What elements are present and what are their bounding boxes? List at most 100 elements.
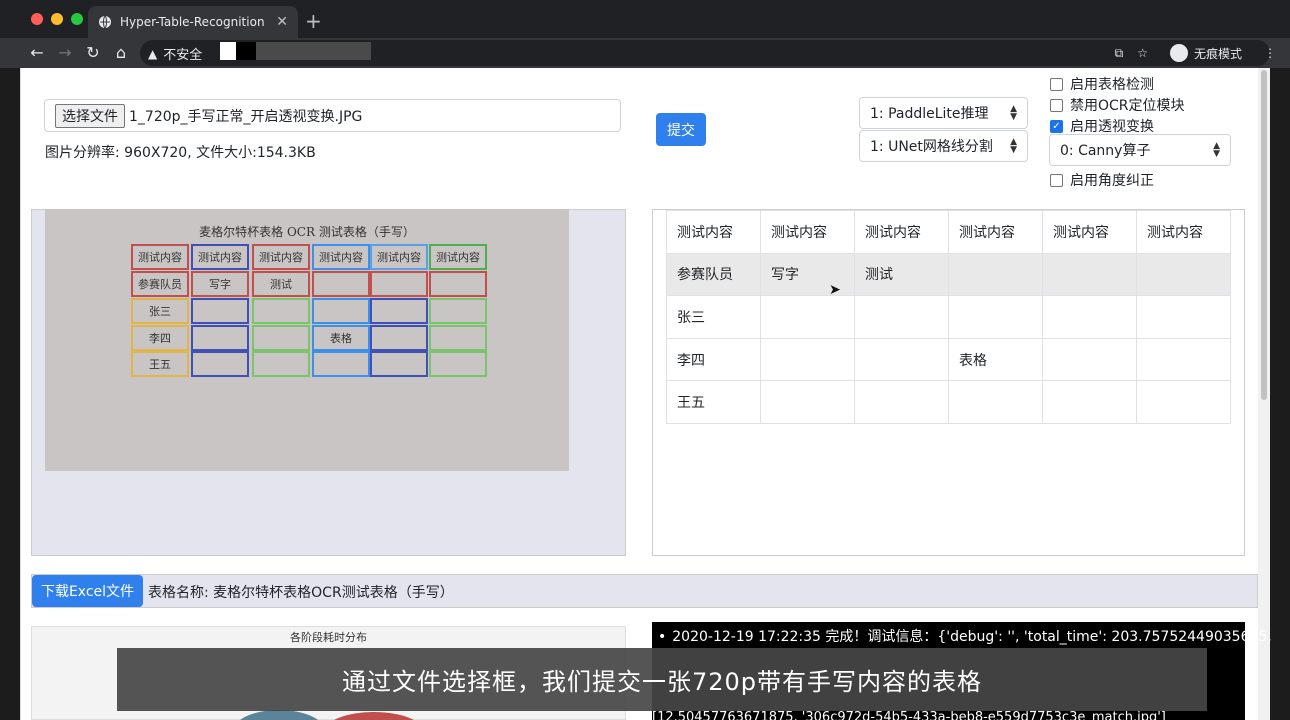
tab-title: Hyper-Table-Recognition (120, 15, 265, 29)
zoom-window-button[interactable] (71, 13, 83, 25)
result-table: 测试内容 测试内容 测试内容 测试内容 测试内容 测试内容 参赛队员 写字 测试 张三 李四 表格 王五 (666, 210, 1231, 424)
incognito-label: 无痕模式 (1193, 46, 1242, 61)
table-cell (760, 295, 855, 339)
select-arrows-icon: ▲ ▼ (1213, 141, 1220, 159)
reload-icon[interactable]: ↻ (82, 42, 104, 64)
photo-cell: 李四 (131, 325, 189, 351)
browser-tab[interactable]: Hyper-Table-Recognition ✕ (88, 6, 298, 38)
table-detect-checkbox[interactable]: 启用表格检测 (1050, 74, 1154, 94)
checkbox-label: 启用表格检测 (1070, 77, 1154, 93)
screen-border-left (0, 68, 20, 720)
table-cell (760, 380, 855, 424)
scrollbar-thumb[interactable] (1261, 70, 1267, 400)
photo-cell: 测试内容 (312, 244, 370, 270)
checkbox-label: 启用角度纠正 (1070, 173, 1154, 189)
segmentation-select-value: 1: UNet网格线分割 (870, 139, 993, 155)
edge-operator-select[interactable]: 0: Canny算子 ▲ ▼ (1049, 134, 1231, 166)
table-cell: 测试内容 (1042, 210, 1137, 254)
choose-file-button[interactable]: 选择文件 (55, 103, 125, 128)
photo-cell (370, 271, 428, 297)
table-cell (854, 380, 949, 424)
photo-cell (429, 298, 487, 324)
checkbox-box[interactable] (1050, 98, 1063, 112)
checkbox-box[interactable] (1050, 77, 1063, 91)
table-cell: 测试内容 (666, 210, 761, 254)
table-cell (1136, 380, 1231, 424)
photo-cell: 参赛队员 (131, 271, 189, 297)
photo-cell (370, 351, 428, 377)
minimize-window-button[interactable] (51, 13, 63, 25)
table-cell: 测试内容 (948, 210, 1043, 254)
checkbox-box[interactable] (1050, 173, 1063, 187)
screen-border-right (1270, 68, 1290, 720)
table-photo: 麦格尔特杯表格 OCR 测试表格（手写） 测试内容 测试内容 测试内容 测试内容 测试内… (45, 209, 569, 471)
photo-cell: 测试内容 (429, 244, 487, 270)
download-excel-button[interactable]: 下载Excel文件 (32, 575, 143, 607)
photo-cell (191, 351, 249, 377)
photo-cell (191, 298, 249, 324)
browser-tab-bar: Hyper-Table-Recognition ✕ + (0, 0, 1290, 38)
table-cell (854, 337, 949, 382)
photo-cell: 王五 (131, 351, 189, 377)
photo-cell: 表格 (312, 325, 370, 351)
photo-cell: 测试内容 (252, 244, 310, 270)
photo-cell (191, 325, 249, 351)
photo-cell: 写字 (191, 271, 249, 297)
photo-cell (252, 351, 310, 377)
home-icon[interactable]: ⌂ (110, 42, 132, 64)
new-tab-icon[interactable]: + (305, 9, 322, 33)
table-cell (1042, 380, 1137, 424)
log-entry: • 2020-12-19 17:22:35 完成！调试信息：{'debug': '… (652, 626, 1272, 646)
security-indicator[interactable]: ▲ 不安全 (148, 44, 202, 64)
checkmark-icon[interactable]: ✓ (1050, 119, 1063, 133)
table-cell: 张三 (666, 295, 761, 339)
menu-dots-icon[interactable]: ⋮ (1264, 46, 1276, 60)
table-cell: 表格 (948, 337, 1043, 382)
photo-cell (429, 351, 487, 377)
table-cell: 李四 (666, 337, 761, 382)
photo-cell: 测试内容 (131, 244, 189, 270)
table-row: 张三 (666, 295, 1231, 339)
bookmark-star-icon[interactable]: ☆ (1137, 46, 1148, 60)
table-cell: 测试内容 (854, 210, 949, 254)
disable-ocr-checkbox[interactable]: 禁用OCR定位模块 (1050, 95, 1185, 115)
back-icon[interactable]: ← (26, 42, 48, 64)
photo-cell (312, 298, 370, 324)
table-row: 参赛队员 写字 测试 (666, 252, 1231, 297)
translate-icon[interactable]: ⧉ (1115, 46, 1124, 61)
url-text-redacted (220, 42, 371, 60)
angle-correct-checkbox[interactable]: 启用角度纠正 (1050, 170, 1154, 190)
table-row: 测试内容 测试内容 测试内容 测试内容 测试内容 测试内容 (666, 210, 1231, 254)
segmentation-select[interactable]: 1: UNet网格线分割 ▲ ▼ (859, 130, 1028, 162)
table-cell (1136, 337, 1231, 382)
mouse-cursor-icon: ➤ (829, 282, 841, 298)
bullet-icon: • (658, 629, 667, 645)
photo-cell (252, 325, 310, 351)
file-input[interactable]: 选择文件 1_720p_手写正常_开启透视变换.JPG (44, 99, 621, 132)
table-cell: 测试 (854, 252, 949, 297)
close-tab-icon[interactable]: ✕ (276, 14, 288, 30)
photo-cell: 测试 (252, 271, 310, 297)
close-window-button[interactable] (31, 13, 43, 25)
engine-select[interactable]: 1: PaddleLite推理 ▲ ▼ (859, 97, 1028, 129)
table-cell (1042, 295, 1137, 339)
perspective-checkbox[interactable]: ✓ 启用透视变换 (1050, 116, 1154, 136)
submit-button[interactable]: 提交 (656, 113, 706, 146)
window-controls[interactable] (31, 13, 83, 25)
table-cell: 参赛队员 (666, 252, 761, 297)
table-name: 表格名称: 麦格尔特杯表格OCR测试表格（手写） (148, 585, 454, 601)
table-cell (948, 295, 1043, 339)
table-cell (1136, 252, 1231, 297)
globe-icon (99, 15, 111, 29)
checkbox-label: 启用透视变换 (1070, 119, 1154, 135)
incognito-icon (1169, 44, 1188, 62)
table-cell (1042, 252, 1137, 297)
table-row: 王五 (666, 380, 1231, 424)
warning-icon: ▲ (148, 46, 158, 61)
photo-cell: 张三 (131, 298, 189, 324)
incognito-badge[interactable]: 无痕模式 (1161, 42, 1250, 64)
image-info: 图片分辨率: 960X720, 文件大小:154.3KB (45, 145, 316, 161)
table-cell (1042, 337, 1137, 382)
photo-cell: 测试内容 (370, 244, 428, 270)
forward-icon[interactable]: → (54, 42, 76, 64)
